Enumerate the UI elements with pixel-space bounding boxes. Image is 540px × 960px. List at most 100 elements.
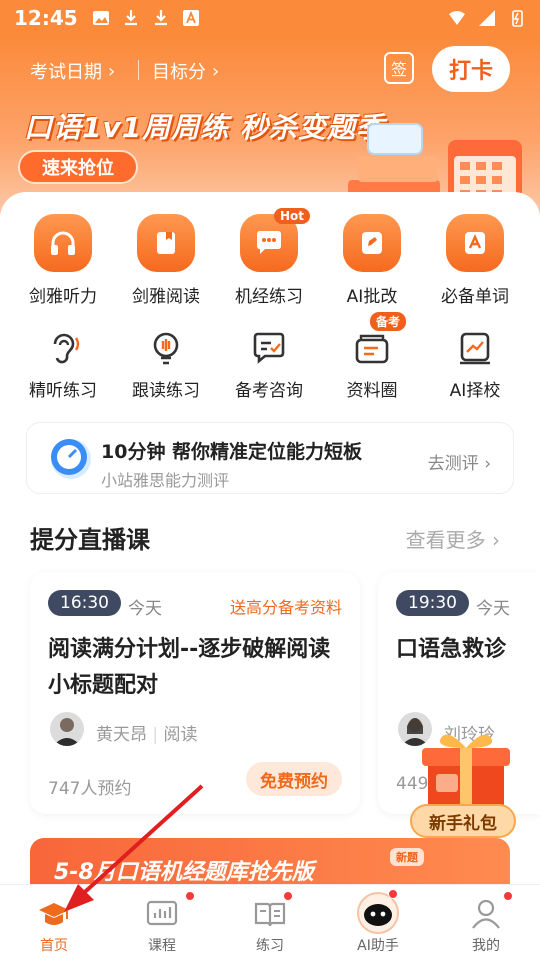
course-time: 19:30	[396, 590, 469, 616]
signal-icon	[479, 10, 495, 26]
assessment-link-label: 去测评	[427, 454, 479, 474]
tab-ai-assistant[interactable]: AI助手	[324, 885, 432, 960]
headphones-icon	[34, 214, 92, 272]
feature-label: AI批改	[346, 287, 398, 307]
feature-materials[interactable]: 备考 资料圈	[318, 312, 426, 401]
assessment-subtitle: 小站雅思能力测评	[101, 471, 230, 490]
wifi-icon	[449, 11, 465, 25]
new-tag: 新题	[390, 848, 424, 866]
tab-label: 练习	[256, 938, 284, 954]
feature-label: 跟读练习	[132, 381, 200, 401]
tab-label: 首页	[40, 938, 68, 954]
tab-practice[interactable]: 练习	[216, 885, 324, 960]
see-more-label: 查看更多	[405, 528, 486, 552]
feature-shadowing[interactable]: 跟读练习	[112, 326, 220, 401]
image-icon	[92, 11, 109, 25]
chevron-right-icon: ›	[492, 528, 500, 552]
checkin-button[interactable]: 打卡	[432, 46, 510, 92]
tab-courses[interactable]: 课程	[108, 885, 216, 960]
assessment-title: 10分钟 帮你精准定位能力短板	[101, 441, 363, 463]
reservation-count: 747人预约	[48, 779, 132, 799]
calendar-sign-button[interactable]: 签	[384, 52, 414, 84]
chevron-right-icon: ›	[212, 60, 220, 82]
banner-cta-label: 速来抢位	[42, 158, 114, 179]
sign-label: 签	[390, 60, 407, 79]
edit-icon	[343, 214, 401, 272]
feature-label: 资料圈	[346, 381, 398, 401]
course-day: 今天	[128, 599, 162, 619]
battery-icon	[512, 10, 523, 27]
feature-label: 剑雅听力	[29, 287, 97, 307]
course-promo: 送高分备考资料	[229, 598, 342, 617]
feature-label: 机经练习	[235, 287, 303, 307]
target-score-link[interactable]: 目标分 ›	[152, 58, 219, 84]
header-divider	[138, 60, 139, 80]
course-title: 阅读满分计划--逐步破解阅读小标题配对	[48, 637, 331, 698]
course-time: 16:30	[48, 590, 121, 616]
feature-consultation[interactable]: 备考咨询	[215, 326, 323, 401]
user-icon	[469, 891, 513, 931]
exam-date-label: 考试日期	[30, 62, 102, 83]
feature-listening[interactable]: 剑雅听力	[9, 214, 117, 307]
exam-date-link[interactable]: 考试日期 ›	[30, 58, 115, 84]
feature-label: 必备单词	[441, 287, 509, 307]
course-card[interactable]: 16:30 今天 送高分备考资料 阅读满分计划--逐步破解阅读小标题配对 黄天昂…	[30, 572, 360, 814]
course-subject: 阅读	[163, 725, 198, 745]
vocab-icon	[446, 214, 504, 272]
tab-home[interactable]: 首页	[0, 885, 108, 960]
material-icon: 备考	[350, 312, 407, 370]
target-score-label: 目标分	[152, 62, 206, 83]
feature-intensive-listening[interactable]: 精听练习	[9, 326, 117, 401]
tab-label: AI助手	[357, 938, 399, 954]
banner-cta-button[interactable]: 速来抢位	[18, 150, 138, 184]
gauge-icon	[51, 439, 91, 479]
feature-ai-school[interactable]: AI择校	[421, 326, 529, 401]
chevron-right-icon: ›	[108, 60, 116, 82]
tab-label: 我的	[472, 938, 500, 954]
status-time: 12:45	[14, 6, 78, 30]
app-notification-icon	[182, 10, 199, 26]
promo-text: 5-8月口语机经题库抢先版	[54, 860, 314, 885]
gift-label: 新手礼包	[429, 813, 497, 834]
ai-robot-icon	[356, 889, 400, 935]
notification-dot	[503, 891, 513, 901]
teacher-name: 黄天昂	[96, 725, 147, 745]
assessment-link[interactable]: 去测评 ›	[428, 449, 491, 474]
hot-badge: Hot	[274, 208, 311, 224]
section-title: 提分直播课	[30, 526, 150, 554]
free-reserve-button[interactable]: 免费预约	[246, 762, 342, 796]
open-book-icon	[253, 891, 293, 931]
feature-label: 精听练习	[29, 381, 97, 401]
see-more-link[interactable]: 查看更多 ›	[406, 524, 500, 553]
feature-vocabulary[interactable]: 必备单词	[421, 214, 529, 307]
course-day: 今天	[476, 599, 510, 619]
chevron-right-icon: ›	[484, 454, 491, 474]
graduation-cap-icon	[37, 897, 71, 931]
banner-title: 口语1v1周周练 秒杀变题季	[24, 111, 385, 144]
download-icon	[124, 10, 137, 26]
feature-label: 剑雅阅读	[132, 287, 200, 307]
mic-icon	[144, 326, 188, 370]
feature-label: 备考咨询	[235, 381, 303, 401]
feature-past-questions[interactable]: Hot 机经练习	[215, 208, 323, 307]
feature-ai-correction[interactable]: AI批改	[318, 214, 426, 307]
feature-reading[interactable]: 剑雅阅读	[112, 214, 220, 307]
checkin-label: 打卡	[448, 59, 493, 84]
ear-icon	[41, 326, 85, 370]
chat-icon: Hot	[240, 208, 311, 272]
chart-board-icon	[145, 891, 195, 931]
tab-profile[interactable]: 我的	[432, 885, 540, 960]
reserve-label: 免费预约	[260, 771, 328, 792]
bottom-tab-bar: 首页 课程 练习 AI助手 我的	[0, 884, 540, 960]
prep-badge: 备考	[370, 312, 407, 331]
course-teacher: 黄天昂 | 阅读	[96, 720, 198, 745]
newcomer-gift-button[interactable]: 新手礼包	[410, 804, 516, 838]
divider: |	[152, 725, 164, 745]
promo-banner[interactable]: 5-8月口语机经题库抢先版 新题	[30, 838, 510, 890]
assessment-card[interactable]: 10分钟 帮你精准定位能力短板 小站雅思能力测评 去测评 ›	[26, 422, 514, 494]
notification-dot	[185, 891, 195, 901]
feature-label: AI择校	[449, 381, 501, 401]
notification-dot	[388, 889, 398, 899]
download-icon-2	[154, 10, 167, 26]
avatar	[50, 712, 84, 746]
